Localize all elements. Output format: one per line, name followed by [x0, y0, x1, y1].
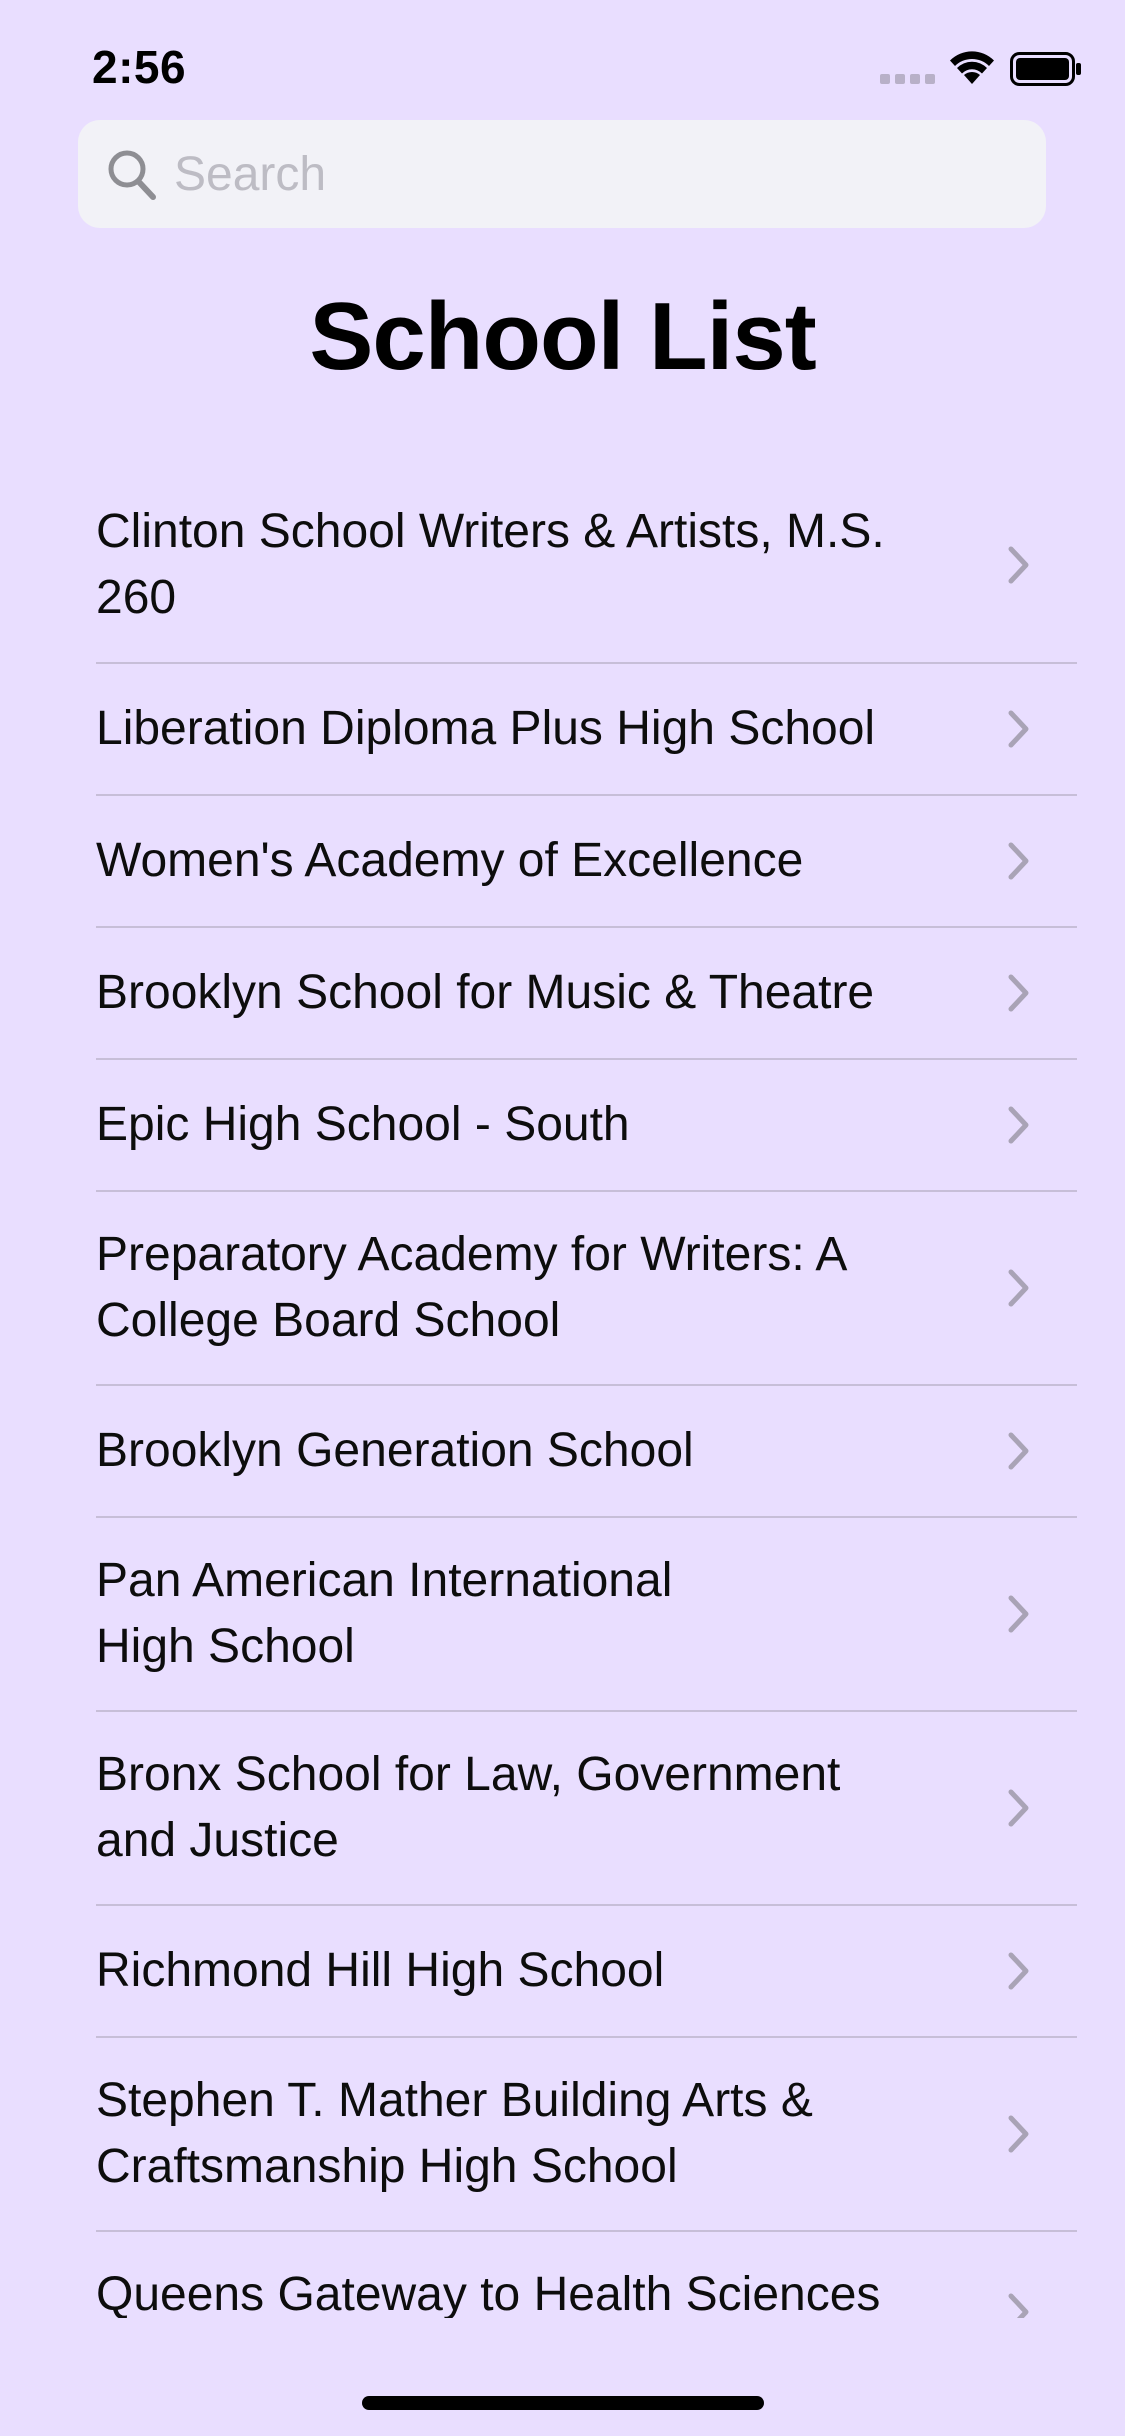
school-row[interactable]: Brooklyn School for Music & Theatre [96, 928, 1077, 1060]
school-row[interactable]: Pan American International High School [96, 1518, 1077, 1712]
chevron-right-icon [1008, 974, 1029, 1012]
school-row[interactable]: Brooklyn Generation School [96, 1386, 1077, 1518]
school-name: Epic High School - South [96, 1098, 630, 1151]
search-icon [108, 150, 156, 200]
search-bar[interactable] [78, 120, 1046, 228]
chevron-right-icon [1008, 1269, 1029, 1307]
school-name: Liberation Diploma Plus High School [96, 702, 876, 755]
school-name: Stephen T. Mather Building Arts & Crafts… [96, 2074, 813, 2193]
chevron-right-icon [1008, 710, 1029, 748]
school-list: Clinton School Writers & Artists, M.S. 2… [0, 468, 1125, 2318]
school-row[interactable]: Stephen T. Mather Building Arts & Crafts… [96, 2038, 1077, 2232]
school-row[interactable]: Clinton School Writers & Artists, M.S. 2… [96, 468, 1077, 664]
school-name: Richmond Hill High School [96, 1944, 665, 1997]
school-row[interactable]: Queens Gateway to Health Sciences [96, 2232, 1077, 2318]
battery-icon [1010, 52, 1081, 86]
chevron-right-icon [1008, 1106, 1029, 1144]
school-list-screen: 2:56 School List Clinton School Writers … [0, 0, 1125, 2436]
home-indicator[interactable] [362, 2396, 764, 2410]
status-time: 2:56 [92, 41, 187, 93]
school-row[interactable]: Epic High School - South [96, 1060, 1077, 1192]
chevron-right-icon [1008, 2115, 1029, 2153]
school-name: Queens Gateway to Health Sciences [96, 2268, 881, 2318]
school-row[interactable]: Women's Academy of Excellence [96, 796, 1077, 928]
school-row[interactable]: Liberation Diploma Plus High School [96, 664, 1077, 796]
chevron-right-icon [1008, 546, 1029, 584]
wifi-icon [950, 51, 994, 84]
chevron-right-icon [1008, 1789, 1029, 1827]
school-row[interactable]: Bronx School for Law, Government and Jus… [96, 1712, 1077, 1906]
school-row[interactable]: Richmond Hill High School [96, 1906, 1077, 2038]
search-input[interactable] [174, 140, 1014, 208]
school-name: Brooklyn Generation School [96, 1424, 694, 1477]
page-title: School List [309, 283, 816, 390]
chevron-right-icon [1008, 2293, 1029, 2318]
cellular-signal-icon [880, 74, 936, 84]
chevron-right-icon [1008, 1432, 1029, 1470]
school-name: Pan American International High School [96, 1554, 673, 1673]
chevron-right-icon [1008, 1952, 1029, 1990]
school-name: Clinton School Writers & Artists, M.S. 2… [96, 505, 885, 624]
school-name: Women's Academy of Excellence [96, 834, 804, 887]
chevron-right-icon [1008, 842, 1029, 880]
chevron-right-icon [1008, 1595, 1029, 1633]
school-name: Brooklyn School for Music & Theatre [96, 966, 875, 1019]
school-name: Preparatory Academy for Writers: A Colle… [96, 1228, 845, 1347]
school-name: Bronx School for Law, Government and Jus… [96, 1748, 841, 1867]
status-bar: 2:56 [0, 0, 1125, 120]
school-row[interactable]: Preparatory Academy for Writers: A Colle… [96, 1192, 1077, 1386]
